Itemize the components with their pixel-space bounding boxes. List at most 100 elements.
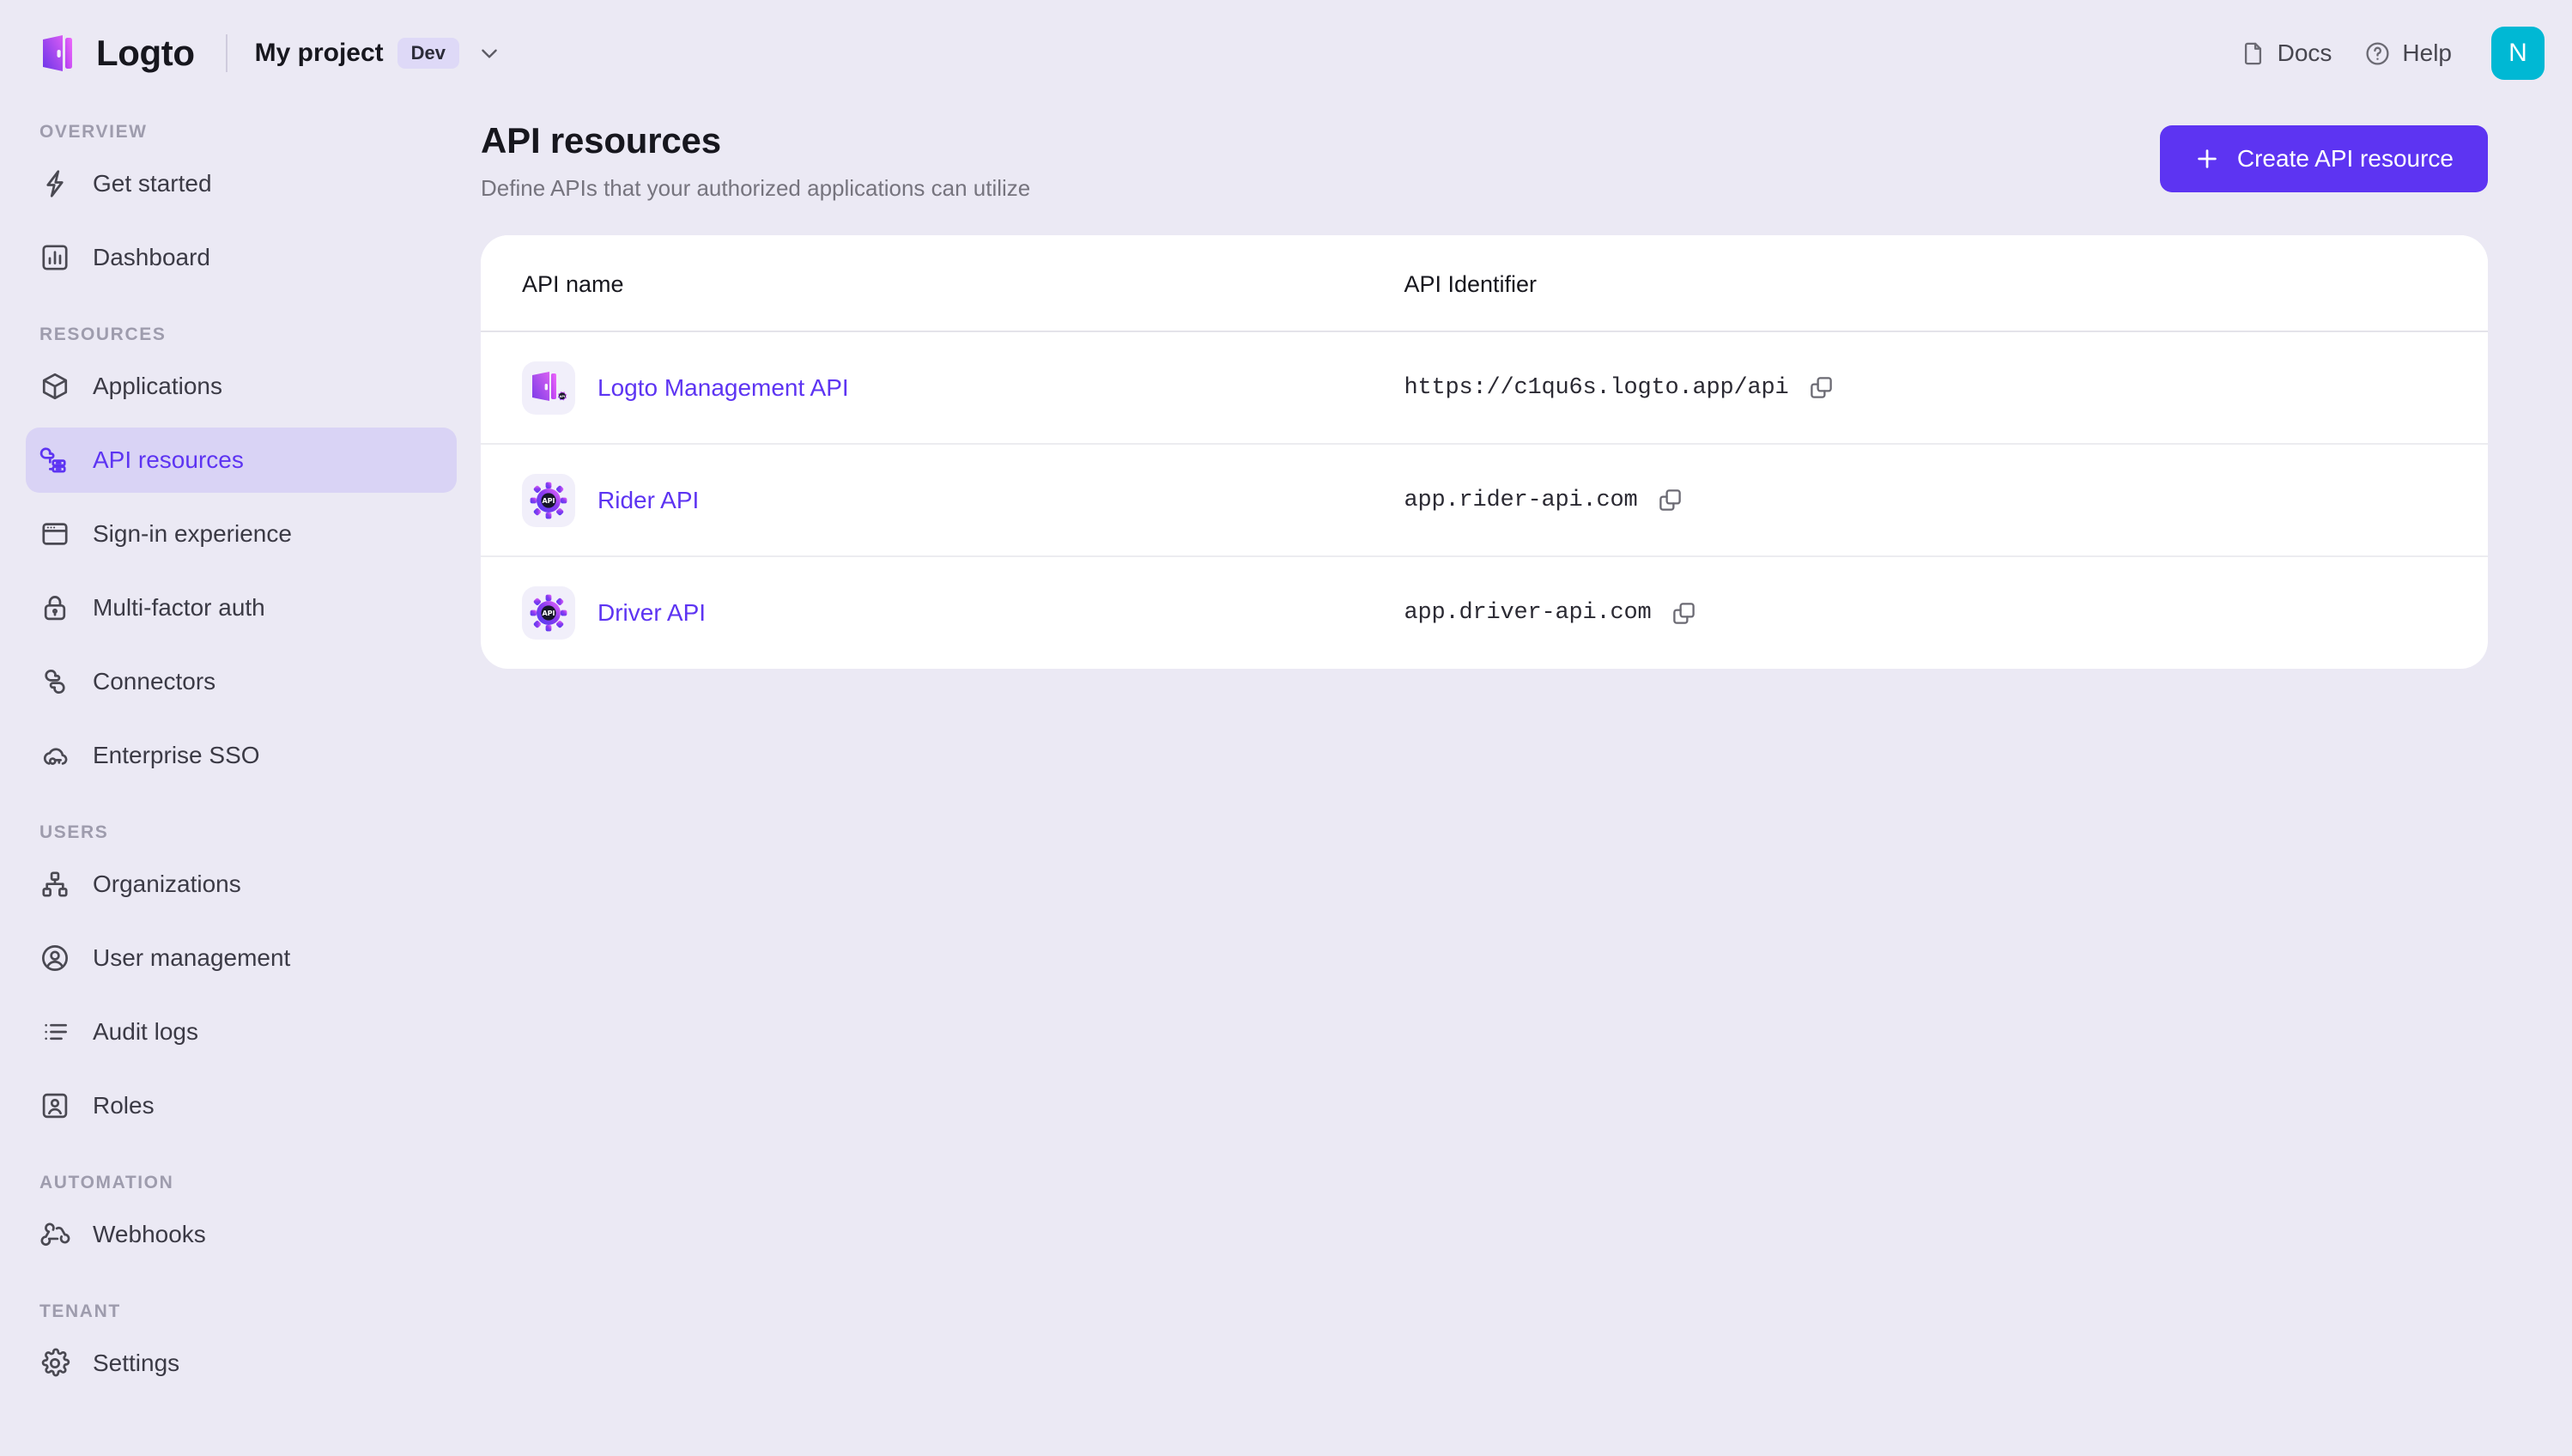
sidebar-item-label: Audit logs — [93, 1018, 198, 1045]
app-root: Logto My project Dev Docs Help N OVERVIE… — [0, 0, 2572, 1456]
cloud-key-icon — [39, 740, 70, 771]
webhook-icon — [39, 1219, 70, 1250]
sidebar-item-webhooks[interactable]: Webhooks — [26, 1202, 457, 1267]
svg-text:API: API — [542, 497, 555, 505]
sidebar-item-label: Connectors — [93, 668, 216, 695]
api-resource-link[interactable]: Logto Management API — [598, 374, 849, 402]
cell-api-name: API Logto Management API — [481, 331, 1404, 444]
api-identifier-text: app.driver-api.com — [1404, 600, 1652, 626]
chart-icon — [39, 242, 70, 273]
api-resources-icon — [39, 445, 70, 476]
help-link[interactable]: Help — [2364, 39, 2452, 67]
sidebar-section-overview: Overview — [39, 122, 148, 142]
api-resources-table: API name API Identifier API Logto Manage… — [481, 235, 2488, 669]
sidebar-item-organizations[interactable]: Organizations — [26, 852, 457, 917]
sidebar-item-get-started[interactable]: Get started — [26, 151, 457, 216]
environment-badge: Dev — [397, 38, 459, 69]
sidebar-item-label: Organizations — [93, 871, 241, 897]
sidebar-section-users: Users — [39, 822, 109, 842]
window-icon — [39, 519, 70, 549]
docs-label: Docs — [2277, 39, 2332, 66]
api-gear-icon: API — [522, 473, 575, 527]
api-identifier-text: app.rider-api.com — [1404, 487, 1638, 513]
api-resource-link[interactable]: Driver API — [598, 599, 706, 627]
sidebar-item-connectors[interactable]: Connectors — [26, 649, 457, 714]
main-content: API resources Define APIs that your auth… — [481, 106, 2572, 1456]
body: Overview Get started Dashboard Resources — [0, 106, 2572, 1456]
create-api-resource-button[interactable]: Create API resource — [2159, 125, 2488, 192]
avatar[interactable]: N — [2491, 27, 2545, 80]
topbar-actions: Docs Help N — [2240, 27, 2545, 80]
api-resources-card: API name API Identifier API Logto Manage… — [481, 235, 2488, 669]
sidebar-item-multi-factor-auth[interactable]: Multi-factor auth — [26, 575, 457, 640]
table-row[interactable]: API Logto Management API https://c1qu6s.… — [481, 331, 2488, 444]
table-header-row: API name API Identifier — [481, 235, 2488, 331]
page-header-text: API resources Define APIs that your auth… — [481, 120, 2160, 202]
gear-icon — [39, 1348, 70, 1379]
api-identifier-text: https://c1qu6s.logto.app/api — [1404, 374, 1789, 401]
logto-logo-icon — [39, 33, 79, 73]
sidebar-item-label: Get started — [93, 170, 212, 197]
create-api-resource-label: Create API resource — [2236, 145, 2454, 172]
table-row[interactable]: API Driver API app.driver-api.com — [481, 556, 2488, 669]
cell-api-identifier: app.driver-api.com — [1404, 556, 2488, 669]
document-icon — [2240, 40, 2266, 67]
svg-text:API: API — [560, 394, 566, 397]
brand[interactable]: Logto — [39, 33, 195, 74]
sidebar-item-label: Applications — [93, 373, 222, 399]
cell-api-identifier: app.rider-api.com — [1404, 444, 2488, 556]
cell-api-identifier: https://c1qu6s.logto.app/api — [1404, 331, 2488, 444]
org-chart-icon — [39, 869, 70, 900]
sidebar-section-tenant: Tenant — [39, 1301, 121, 1321]
sidebar-item-label: API resources — [93, 446, 244, 473]
topbar-divider — [225, 34, 227, 72]
page-subtitle: Define APIs that your authorized applica… — [481, 175, 1031, 201]
logto-management-api-icon: API — [522, 361, 575, 415]
api-resource-link[interactable]: Rider API — [598, 487, 699, 514]
sidebar-item-settings[interactable]: Settings — [26, 1331, 457, 1396]
sidebar-item-applications[interactable]: Applications — [26, 354, 457, 419]
roles-icon — [39, 1090, 70, 1121]
sidebar-item-label: Sign-in experience — [93, 520, 292, 547]
connectors-icon — [39, 666, 70, 697]
sidebar-section-resources: Resources — [39, 325, 167, 344]
user-circle-icon — [39, 943, 70, 974]
sidebar-item-label: Settings — [93, 1350, 180, 1376]
cell-api-name: API Rider API — [481, 444, 1404, 556]
sidebar-item-label: Webhooks — [93, 1221, 206, 1247]
sidebar-item-user-management[interactable]: User management — [26, 925, 457, 991]
lock-icon — [39, 592, 70, 623]
cell-api-name: API Driver API — [481, 556, 1404, 669]
table-body: API Logto Management API https://c1qu6s.… — [481, 331, 2488, 669]
sidebar-item-dashboard[interactable]: Dashboard — [26, 225, 457, 290]
sidebar-item-api-resources[interactable]: API resources — [26, 428, 457, 493]
project-name: My project — [254, 39, 384, 67]
copy-icon[interactable] — [1671, 600, 1697, 627]
topbar: Logto My project Dev Docs Help N — [0, 0, 2572, 106]
svg-text:API: API — [542, 610, 555, 617]
sidebar-item-roles[interactable]: Roles — [26, 1073, 457, 1138]
page-title: API resources — [481, 120, 721, 161]
sidebar-section-automation: Automation — [39, 1173, 174, 1192]
sidebar-item-label: Dashboard — [93, 244, 210, 270]
page-header: API resources Define APIs that your auth… — [481, 106, 2488, 202]
sidebar-item-enterprise-sso[interactable]: Enterprise SSO — [26, 723, 457, 788]
table-row[interactable]: API Rider API app.rider-api.com — [481, 444, 2488, 556]
project-switcher[interactable]: My project Dev — [255, 38, 500, 69]
list-icon — [39, 1016, 70, 1047]
column-header-api-name: API name — [481, 235, 1404, 331]
docs-link[interactable]: Docs — [2240, 39, 2332, 67]
sidebar-item-label: Enterprise SSO — [93, 742, 260, 768]
help-label: Help — [2402, 39, 2452, 66]
sidebar-item-audit-logs[interactable]: Audit logs — [26, 999, 457, 1065]
sidebar-item-sign-in-experience[interactable]: Sign-in experience — [26, 501, 457, 567]
copy-icon[interactable] — [1808, 374, 1835, 401]
copy-icon[interactable] — [1657, 487, 1683, 513]
chevron-down-icon — [478, 42, 500, 64]
sidebar-item-label: User management — [93, 944, 291, 971]
help-circle-icon — [2364, 40, 2391, 67]
table-head: API name API Identifier — [481, 235, 2488, 331]
bolt-icon — [39, 168, 70, 199]
api-gear-icon: API — [522, 586, 575, 640]
sidebar-item-label: Multi-factor auth — [93, 594, 265, 621]
